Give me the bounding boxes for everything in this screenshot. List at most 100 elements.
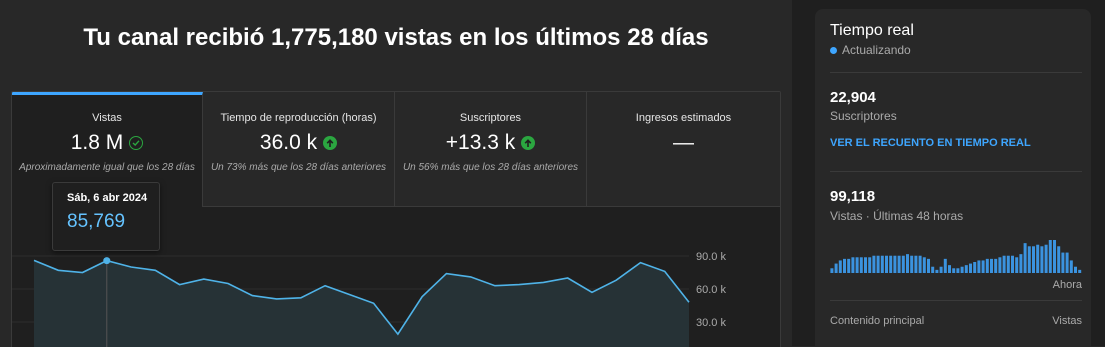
- realtime-bar[interactable]: [1006, 255, 1010, 273]
- page-headline: Tu canal recibió 1,775,180 vistas en los…: [83, 24, 709, 51]
- realtime-bar[interactable]: [935, 269, 939, 273]
- now-label: Ahora: [1052, 279, 1082, 291]
- realtime-bar[interactable]: [847, 258, 851, 273]
- realtime-bar[interactable]: [1044, 244, 1048, 273]
- realtime-bar[interactable]: [1065, 252, 1069, 273]
- realtime-bar[interactable]: [918, 255, 922, 273]
- realtime-bar[interactable]: [901, 255, 905, 273]
- realtime-bar[interactable]: [864, 257, 867, 273]
- arrow-up-icon: [521, 136, 536, 150]
- divider: [830, 300, 1082, 301]
- realtime-bar[interactable]: [1019, 254, 1023, 273]
- realtime-bar[interactable]: [990, 258, 993, 273]
- subscriber-count: 22,904: [830, 89, 876, 106]
- realtime-bar[interactable]: [1011, 255, 1014, 273]
- live-dot-icon: [830, 46, 837, 54]
- realtime-bar[interactable]: [1002, 255, 1006, 273]
- realtime-bar[interactable]: [843, 258, 846, 273]
- tab-value: 1.8 M: [70, 131, 124, 154]
- tab-comparison: Un 56% más que los 28 días anteriores: [402, 162, 579, 173]
- y-tick-label: 30.0 k: [696, 317, 726, 329]
- realtime-bar[interactable]: [880, 255, 884, 273]
- tab-comparison: Aproximadamente igual que los 28 días: [19, 162, 195, 173]
- realtime-bar[interactable]: [964, 265, 968, 273]
- realtime-bar[interactable]: [859, 257, 863, 273]
- realtime-bar[interactable]: [952, 268, 956, 273]
- realtime-bar[interactable]: [868, 257, 872, 273]
- main-panel: Tu canal recibió 1,775,180 vistas en los…: [0, 0, 792, 347]
- realtime-bar[interactable]: [1023, 243, 1027, 273]
- realtime-bar[interactable]: [1036, 244, 1040, 273]
- realtime-title: Tiempo real: [830, 22, 914, 39]
- realtime-bar[interactable]: [922, 257, 926, 273]
- realtime-bar[interactable]: [1048, 240, 1052, 273]
- realtime-bar[interactable]: [1015, 257, 1019, 273]
- views-area-fill: [34, 260, 689, 347]
- tab-label: Tiempo de reproducción (horas): [220, 112, 377, 124]
- divider: [830, 72, 1082, 73]
- realtime-bar[interactable]: [943, 258, 947, 273]
- realtime-bar[interactable]: [906, 254, 909, 273]
- y-tick-label: 60.0 k: [696, 284, 726, 296]
- realtime-bar[interactable]: [948, 265, 951, 273]
- realtime-bar[interactable]: [914, 255, 918, 273]
- tab-label: Suscriptores: [459, 112, 522, 124]
- realtime-bar[interactable]: [994, 258, 998, 273]
- realtime-bar[interactable]: [931, 266, 935, 273]
- realtime-bar[interactable]: [876, 255, 880, 273]
- tab-value-row: +13.3 k: [395, 131, 586, 155]
- tab-label: Ingresos estimados: [635, 112, 732, 124]
- realtime-bar[interactable]: [885, 255, 888, 273]
- realtime-bar[interactable]: [838, 260, 842, 273]
- realtime-bar[interactable]: [998, 257, 1002, 273]
- views-48h-bar-chart[interactable]: [830, 239, 1082, 273]
- realtime-status-text: Actualizando: [842, 43, 911, 57]
- realtime-bar[interactable]: [893, 255, 897, 273]
- top-content-metric: Vistas: [1052, 315, 1082, 327]
- realtime-bar[interactable]: [985, 258, 989, 273]
- subscriber-label: Suscriptores: [830, 109, 897, 123]
- tab-tiempo-reproduccion[interactable]: Tiempo de reproducción (horas) 36.0 k Un…: [203, 92, 395, 207]
- realtime-bar[interactable]: [1053, 240, 1056, 273]
- realtime-bar[interactable]: [1027, 246, 1031, 273]
- realtime-bar[interactable]: [1078, 269, 1082, 273]
- views-48h-count: 99,118: [830, 188, 876, 205]
- realtime-bar[interactable]: [872, 255, 876, 273]
- realtime-bar[interactable]: [981, 260, 985, 273]
- realtime-bar[interactable]: [977, 260, 981, 273]
- tab-suscriptores[interactable]: Suscriptores +13.3 k Un 56% más que los …: [395, 92, 587, 207]
- realtime-bar[interactable]: [855, 257, 859, 273]
- realtime-bar[interactable]: [1040, 246, 1044, 273]
- realtime-bar[interactable]: [889, 255, 893, 273]
- tab-value: +13.3 k: [445, 131, 516, 154]
- realtime-bar[interactable]: [830, 268, 834, 273]
- y-tick-label: 90.0 k: [696, 251, 726, 263]
- chart-tooltip: Sáb, 6 abr 2024 85,769: [52, 182, 160, 251]
- realtime-bar[interactable]: [910, 255, 914, 273]
- realtime-bar[interactable]: [939, 266, 943, 273]
- realtime-bar[interactable]: [1032, 246, 1035, 273]
- tab-label: Vistas: [92, 112, 122, 124]
- realtime-count-link[interactable]: VER EL RECUENTO EN TIEMPO REAL: [830, 137, 1031, 149]
- realtime-bar[interactable]: [834, 263, 838, 273]
- divider: [830, 171, 1082, 172]
- realtime-bar[interactable]: [1057, 246, 1061, 273]
- tab-value-row: —: [587, 131, 780, 155]
- realtime-bar[interactable]: [851, 257, 855, 273]
- realtime-bar[interactable]: [1074, 266, 1077, 273]
- realtime-bar[interactable]: [973, 262, 977, 273]
- tooltip-value: 85,769: [67, 211, 126, 232]
- realtime-bar[interactable]: [1061, 252, 1065, 273]
- realtime-bar[interactable]: [969, 263, 972, 273]
- realtime-bar[interactable]: [956, 268, 960, 273]
- tab-value: —: [673, 131, 694, 154]
- realtime-bar[interactable]: [1069, 260, 1073, 273]
- check-icon: [129, 136, 144, 150]
- views-48h-label: Vistas · Últimas 48 horas: [830, 209, 964, 223]
- realtime-bar[interactable]: [927, 258, 930, 273]
- tab-ingresos-estimados[interactable]: Ingresos estimados —: [587, 92, 780, 207]
- realtime-bar[interactable]: [960, 266, 964, 273]
- realtime-bar[interactable]: [897, 255, 901, 273]
- realtime-status: Actualizando: [830, 43, 911, 57]
- highlighted-data-point[interactable]: [103, 257, 111, 265]
